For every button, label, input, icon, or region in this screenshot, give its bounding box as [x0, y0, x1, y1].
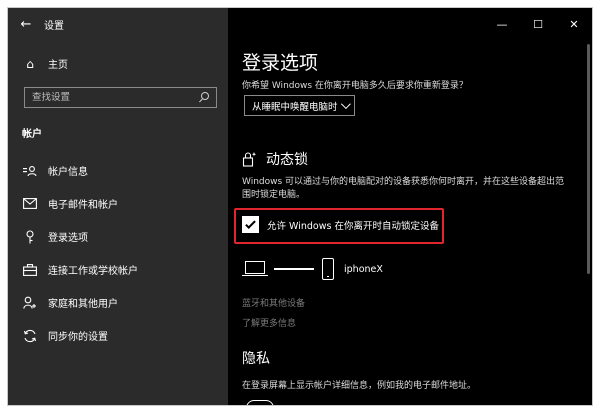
dynamic-lock-icon: [242, 151, 258, 167]
sidebar-item-label: 家庭和其他用户: [48, 299, 118, 310]
sidebar-item-label: 连接工作或学校帐户: [48, 266, 138, 277]
paired-device-name: iphoneX: [344, 263, 383, 275]
maximize-button[interactable]: ☐: [520, 8, 556, 40]
sidebar-item-label: 电子邮件和帐户: [48, 200, 118, 211]
dynamic-lock-checkbox-row[interactable]: 允许 Windows 在你离开时自动锁定设备: [242, 216, 439, 233]
sidebar-item-label: 帐户信息: [48, 167, 88, 178]
section-title: 帐户: [22, 129, 42, 140]
maximize-icon: ☐: [533, 17, 543, 31]
sidebar-item-email-accounts[interactable]: 电子邮件和帐户: [8, 187, 228, 220]
learn-more-link[interactable]: 了解更多信息: [242, 316, 296, 329]
checkbox-label: 允许 Windows 在你离开时自动锁定设备: [267, 220, 439, 232]
scrollbar[interactable]: [587, 44, 590, 274]
connection-line: [274, 268, 314, 270]
arrow-left-icon: ←: [20, 16, 32, 32]
home-label: 主页: [48, 60, 68, 71]
dynamic-lock-header: 动态锁: [242, 149, 308, 169]
privacy-toggle[interactable]: [246, 400, 274, 405]
search-input[interactable]: [32, 92, 192, 103]
dropdown-value: 从睡眠中唤醒电脑时: [252, 101, 338, 113]
dynamic-lock-description: Windows 可以通过与你的电脑配对的设备获悉你何时离开，并在这些设备超出范围…: [242, 177, 565, 200]
sidebar-item-account-info[interactable]: 帐户信息: [8, 154, 228, 187]
settings-window: ← 设置 ⌂ 主页 帐户 帐户信息: [7, 7, 593, 406]
sidebar: ← 设置 ⌂ 主页 帐户 帐户信息: [8, 8, 228, 405]
sidebar-item-work-school[interactable]: 连接工作或学校帐户: [8, 253, 228, 286]
home-icon: ⌂: [26, 56, 34, 71]
require-signin-prompt: 你希望 Windows 在你离开电脑多久后要求你重新登录？: [242, 81, 468, 91]
dynamic-lock-checkbox[interactable]: [242, 216, 259, 233]
account-info-icon: [22, 164, 38, 178]
sidebar-nav: 帐户信息 电子邮件和帐户 登录选项 连接工作或学校帐户 家庭和其他用户 同步你的…: [8, 154, 228, 352]
app-title: 设置: [44, 20, 64, 32]
chevron-down-icon: [340, 99, 351, 110]
search-box[interactable]: [24, 87, 217, 108]
minimize-icon: —: [496, 17, 508, 31]
checkmark-icon: [245, 217, 256, 229]
main-content: — ☐ ✕ 登录选项 你希望 Windows 在你离开电脑多久后要求你重新登录？…: [228, 8, 592, 405]
bluetooth-devices-link[interactable]: 蓝牙和其他设备: [242, 296, 305, 309]
close-icon: ✕: [569, 17, 579, 31]
window-controls: — ☐ ✕: [484, 8, 592, 40]
mail-icon: [22, 197, 38, 211]
sidebar-item-sync[interactable]: 同步你的设置: [8, 319, 228, 352]
home-nav-item[interactable]: ⌂ 主页: [22, 56, 68, 72]
minimize-button[interactable]: —: [484, 8, 520, 40]
sidebar-item-label: 同步你的设置: [48, 332, 108, 343]
phone-icon: [322, 258, 334, 280]
paired-device-row: iphoneX: [242, 258, 383, 280]
sidebar-item-label: 登录选项: [48, 233, 88, 244]
require-signin-dropdown[interactable]: 从睡眠中唤醒电脑时: [244, 95, 355, 116]
page-title: 登录选项: [242, 52, 319, 74]
key-icon: [22, 229, 38, 244]
sync-icon: [22, 329, 38, 343]
family-icon: [22, 296, 38, 310]
privacy-description: 在登录屏幕上显示帐户详细信息，例如我的电子邮件地址。: [242, 381, 477, 391]
privacy-title: 隐私: [242, 351, 270, 367]
close-button[interactable]: ✕: [556, 8, 592, 40]
laptop-icon: [242, 260, 268, 278]
dynamic-lock-title: 动态锁: [266, 152, 308, 168]
sidebar-item-family[interactable]: 家庭和其他用户: [8, 286, 228, 319]
title-bar: ← 设置: [8, 8, 228, 40]
briefcase-icon: [22, 263, 38, 277]
search-icon[interactable]: [198, 91, 210, 104]
sidebar-item-sign-in-options[interactable]: 登录选项: [8, 220, 228, 253]
back-button[interactable]: ←: [8, 8, 44, 40]
